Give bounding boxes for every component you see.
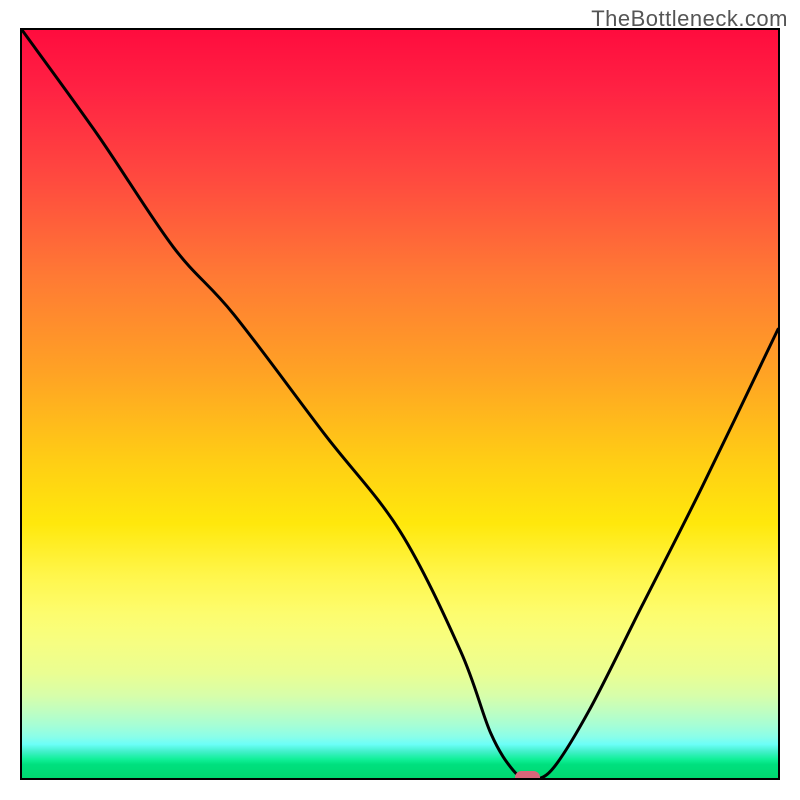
optimal-point-marker [515, 771, 539, 780]
plot-area [20, 28, 780, 780]
bottleneck-curve-path [22, 30, 778, 778]
chart-container: TheBottleneck.com [0, 0, 800, 800]
curve-layer [22, 30, 778, 778]
